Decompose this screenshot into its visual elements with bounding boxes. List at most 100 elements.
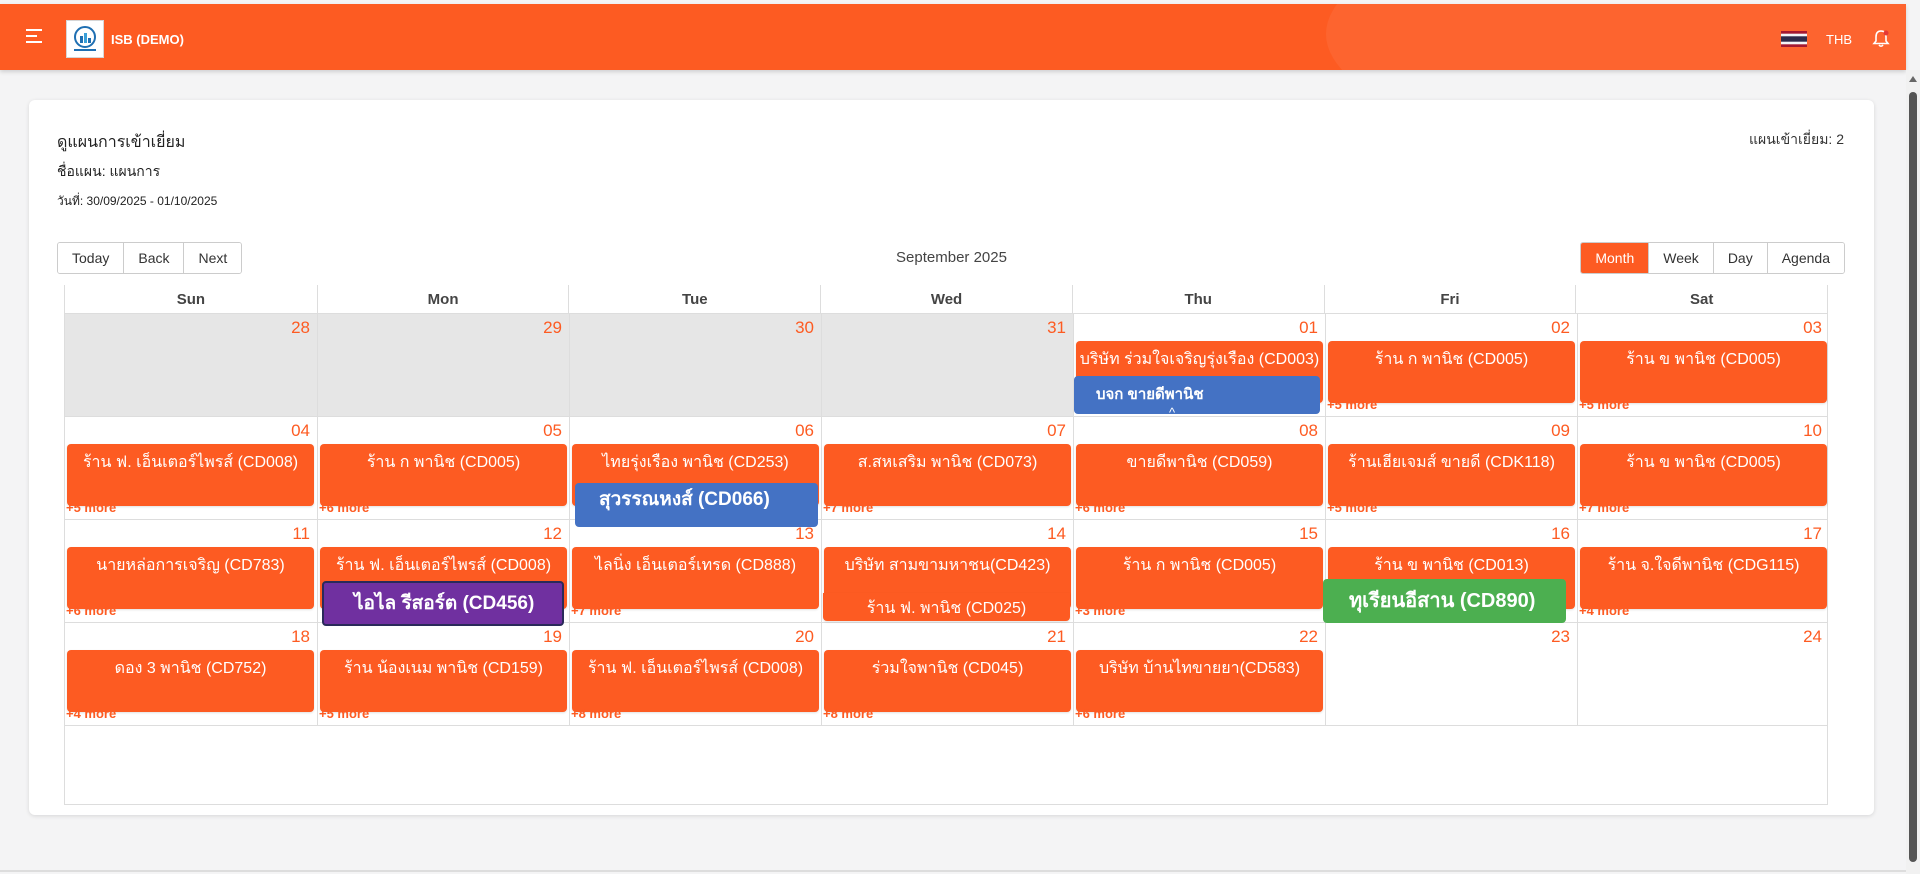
calendar-event[interactable]: ร้าน ฟ. เอ็นเตอร์ไพรส์ (CD008) <box>67 444 314 506</box>
day-number[interactable]: 08 <box>1299 421 1318 441</box>
day-number[interactable]: 11 <box>292 524 310 544</box>
calendar-event[interactable]: บริษัท บ้านไทขายยา(CD583) <box>1076 650 1323 712</box>
day-cell[interactable]: 21 ร่วมใจพานิช (CD045) +8 more <box>821 623 1073 725</box>
day-cell[interactable]: 20 ร้าน ฟ. เอ็นเตอร์ไพรส์ (CD008) +8 more <box>569 623 821 725</box>
day-number[interactable]: 29 <box>543 318 562 338</box>
calendar-event[interactable]: ร้าน น้องเนม พานิช (CD159) <box>320 650 567 712</box>
day-view-button[interactable]: Day <box>1713 243 1768 273</box>
day-cell[interactable]: 05 ร้าน ก พานิช (CD005) +6 more <box>317 417 569 519</box>
bell-icon[interactable] <box>1871 29 1891 49</box>
day-cell[interactable]: 23 <box>1325 623 1577 725</box>
show-more-link[interactable]: +5 more <box>319 706 369 721</box>
show-more-link[interactable]: +7 more <box>823 500 873 515</box>
day-cell[interactable]: 10 ร้าน ข พานิช (CD005) +7 more <box>1577 417 1829 519</box>
show-more-link[interactable]: +5 more <box>1327 397 1377 412</box>
day-cell[interactable]: 24 <box>1577 623 1829 725</box>
calendar-event[interactable]: ไลนิ่ง เอ็นเตอร์เทรด (CD888) <box>572 547 819 609</box>
show-more-link[interactable]: +7 more <box>1579 500 1629 515</box>
day-number[interactable]: 06 <box>795 421 814 441</box>
day-cell[interactable]: 30 <box>569 314 821 416</box>
calendar-event[interactable]: ร้าน ฟ. เอ็นเตอร์ไพรส์ (CD008) <box>572 650 819 712</box>
calendar-event[interactable]: ส.สหเสริม พานิช (CD073) <box>824 444 1071 506</box>
day-number[interactable]: 14 <box>1047 524 1066 544</box>
calendar-event[interactable]: ร้าน ก พานิช (CD005) <box>1076 547 1323 609</box>
day-number[interactable]: 03 <box>1803 318 1822 338</box>
back-button[interactable]: Back <box>124 243 185 273</box>
day-cell[interactable]: 15 ร้าน ก พานิช (CD005) +3 more <box>1073 520 1325 622</box>
day-number[interactable]: 20 <box>795 627 814 647</box>
day-number[interactable]: 10 <box>1803 421 1822 441</box>
day-number[interactable]: 05 <box>543 421 562 441</box>
show-more-link[interactable]: +6 more <box>1075 500 1125 515</box>
show-more-link[interactable]: +8 more <box>823 706 873 721</box>
day-number[interactable]: 09 <box>1551 421 1570 441</box>
scrollbar-thumb[interactable] <box>1909 92 1917 862</box>
day-cell[interactable]: 09 ร้านเฮียเจมส์ ขายดี (CDK118) +5 more <box>1325 417 1577 519</box>
day-cell[interactable]: 29 <box>317 314 569 416</box>
show-more-link[interactable]: +6 more <box>66 603 116 618</box>
show-more-link[interactable]: +6 more <box>319 500 369 515</box>
day-number[interactable]: 19 <box>543 627 562 647</box>
calendar-event[interactable]: ร้าน ข พานิช (CD005) <box>1580 444 1827 506</box>
show-more-link[interactable]: +4 more <box>66 706 116 721</box>
show-more-link[interactable]: +8 more <box>571 706 621 721</box>
day-number[interactable]: 21 <box>1047 627 1066 647</box>
day-number[interactable]: 13 <box>795 524 814 544</box>
scroll-up-icon[interactable] <box>1909 76 1917 82</box>
calendar-event[interactable]: นายหล่อการเจริญ (CD783) <box>67 547 314 609</box>
day-number[interactable]: 04 <box>291 421 310 441</box>
day-number[interactable]: 07 <box>1047 421 1066 441</box>
show-more-link[interactable]: +4 more <box>1579 603 1629 618</box>
day-number[interactable]: 30 <box>795 318 814 338</box>
thai-flag-icon[interactable] <box>1781 31 1807 47</box>
today-button[interactable]: Today <box>58 243 125 273</box>
menu-icon[interactable] <box>26 29 42 43</box>
day-cell[interactable]: 17 ร้าน จ.ใจดีพานิช (CDG115) +4 more <box>1577 520 1829 622</box>
day-cell[interactable]: 02 ร้าน ก พานิช (CD005) +5 more <box>1325 314 1577 416</box>
day-cell[interactable]: 03 ร้าน ข พานิช (CD005) +5 more <box>1577 314 1829 416</box>
calendar-event[interactable]: ร้านเฮียเจมส์ ขายดี (CDK118) <box>1328 444 1575 506</box>
day-cell[interactable]: 18 ดอง 3 พานิช (CD752) +4 more <box>65 623 317 725</box>
show-more-link[interactable]: +7 more <box>571 603 621 618</box>
day-number[interactable]: 01 <box>1299 318 1318 338</box>
day-number[interactable]: 23 <box>1551 627 1570 647</box>
calendar-event[interactable]: ร่วมใจพานิช (CD045) <box>824 650 1071 712</box>
day-number[interactable]: 02 <box>1551 318 1570 338</box>
show-more-link[interactable]: +5 more <box>1579 397 1629 412</box>
day-cell[interactable]: 22 บริษัท บ้านไทขายยา(CD583) +6 more <box>1073 623 1325 725</box>
page-scrollbar[interactable] <box>1906 70 1920 874</box>
day-number[interactable]: 22 <box>1299 627 1318 647</box>
highlight-tag[interactable]: ไอไล รีสอร์ต (CD456) <box>322 581 564 626</box>
next-button[interactable]: Next <box>184 243 242 273</box>
day-cell[interactable]: 04 ร้าน ฟ. เอ็นเตอร์ไพรส์ (CD008) +5 more <box>65 417 317 519</box>
agenda-view-button[interactable]: Agenda <box>1767 243 1844 273</box>
day-number[interactable]: 18 <box>291 627 310 647</box>
day-number[interactable]: 28 <box>291 318 310 338</box>
day-number[interactable]: 12 <box>543 524 562 544</box>
day-number[interactable]: 15 <box>1299 524 1318 544</box>
highlight-tag[interactable]: สุวรรณหงส์ (CD066) <box>575 483 818 527</box>
highlight-tag[interactable]: บจก ขายดีพานิช <box>1074 376 1320 414</box>
show-more-link[interactable]: +6 more <box>1075 706 1125 721</box>
day-cell[interactable]: 28 <box>65 314 317 416</box>
calendar-event[interactable]: ร้าน ฟ. พานิช (CD025) <box>823 593 1070 621</box>
show-more-link[interactable]: +5 more <box>66 500 116 515</box>
calendar-event[interactable]: ดอง 3 พานิช (CD752) <box>67 650 314 712</box>
company-logo[interactable] <box>66 20 104 58</box>
calendar-event[interactable]: ขายดีพานิช (CD059) <box>1076 444 1323 506</box>
currency-selector[interactable]: THB <box>1826 32 1852 47</box>
day-cell[interactable]: 07 ส.สหเสริม พานิช (CD073) +7 more <box>821 417 1073 519</box>
day-cell[interactable]: 19 ร้าน น้องเนม พานิช (CD159) +5 more <box>317 623 569 725</box>
show-more-link[interactable]: +3 more <box>1075 603 1125 618</box>
highlight-tag[interactable]: ทุเรียนอีสาน (CD890) <box>1323 579 1566 623</box>
calendar-event[interactable]: ร้าน จ.ใจดีพานิช (CDG115) <box>1580 547 1827 609</box>
day-cell[interactable]: 11 นายหล่อการเจริญ (CD783) +6 more <box>65 520 317 622</box>
calendar-event[interactable]: ร้าน ก พานิช (CD005) <box>320 444 567 506</box>
day-number[interactable]: 31 <box>1047 318 1066 338</box>
week-view-button[interactable]: Week <box>1649 243 1714 273</box>
day-number[interactable]: 17 <box>1803 524 1822 544</box>
show-more-link[interactable]: +5 more <box>1327 500 1377 515</box>
day-cell[interactable]: 08 ขายดีพานิช (CD059) +6 more <box>1073 417 1325 519</box>
day-number[interactable]: 16 <box>1551 524 1570 544</box>
calendar-event[interactable]: ร้าน ก พานิช (CD005) <box>1328 341 1575 403</box>
